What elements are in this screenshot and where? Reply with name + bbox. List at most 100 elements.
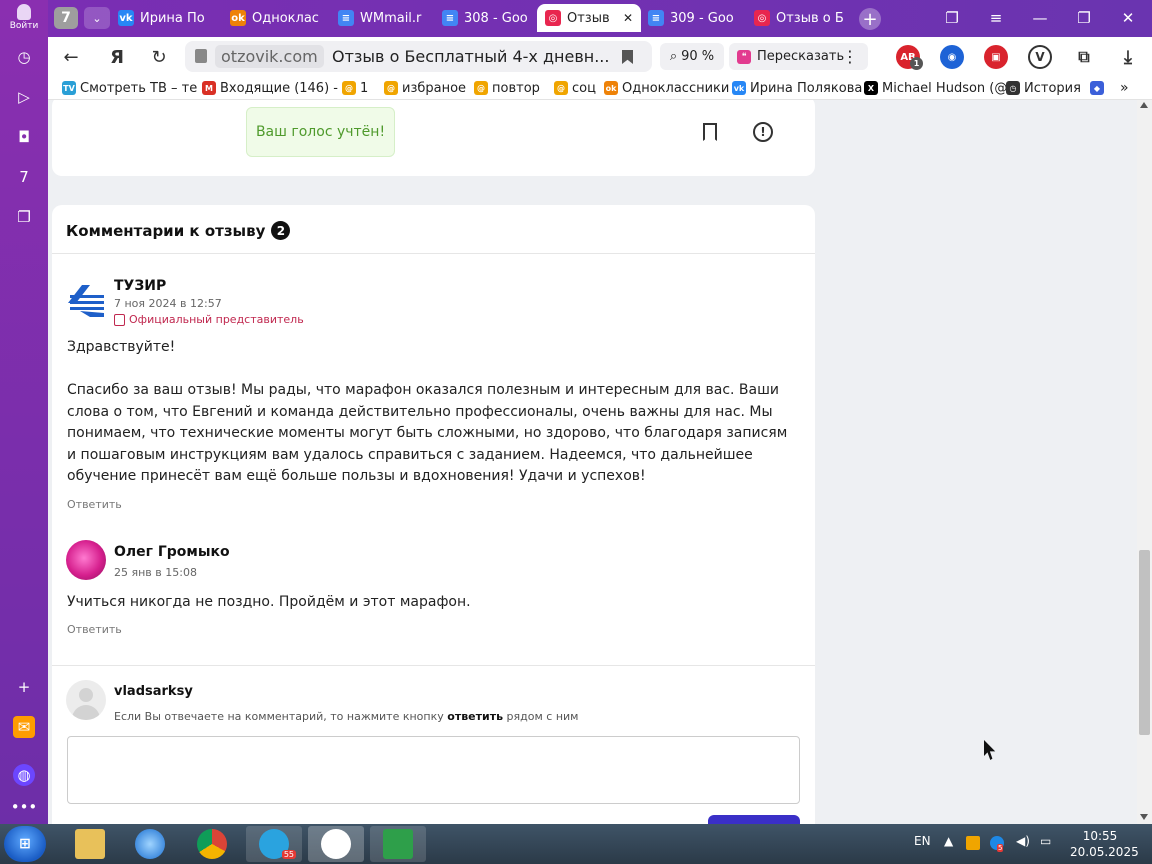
address-bar[interactable]: otzovik.com Отзыв о Бесплатный 4-х дневн…: [185, 41, 652, 72]
more-vertical-icon[interactable]: ⋮: [842, 47, 858, 66]
translate-extension-icon[interactable]: ◉: [940, 45, 964, 69]
trash-extension-icon[interactable]: ▣: [984, 45, 1008, 69]
tuzir-logo-avatar[interactable]: [66, 281, 106, 321]
tab-favicon-icon: ≡: [442, 10, 458, 26]
tab-6[interactable]: ≡ 309 - Goo: [648, 4, 746, 32]
tab-1[interactable]: vk Ирина По: [118, 4, 218, 32]
zoom-button[interactable]: ⌕ 90 %: [660, 43, 724, 70]
comment-textarea[interactable]: [67, 736, 800, 804]
bookmark-page-icon[interactable]: [622, 50, 633, 64]
minimize-button[interactable]: —: [1028, 6, 1052, 30]
tray-expand-icon[interactable]: ▲: [944, 834, 953, 848]
tab-3[interactable]: ≡ WMmail.r: [338, 4, 438, 32]
bookmark-item[interactable]: @1: [342, 79, 368, 97]
lock-icon: [195, 49, 207, 63]
tab-7[interactable]: ◎ Отзыв о Б: [754, 4, 852, 32]
alice-icon[interactable]: ◍: [13, 764, 35, 786]
tab-count-button[interactable]: 7: [54, 7, 78, 29]
history-icon[interactable]: ◷: [13, 46, 35, 68]
collections-window-icon[interactable]: ❐: [940, 6, 964, 30]
bookmark-label: Смотреть ТВ – те: [80, 80, 198, 96]
page-content: Ваш голос учтён! ! Комментарии к отзыву …: [48, 100, 1137, 824]
bookmarks-overflow-icon[interactable]: »: [1120, 79, 1129, 97]
bookmark-item[interactable]: ok Одноклассники: [604, 79, 729, 97]
tab-2[interactable]: ok Одноклас: [230, 4, 330, 32]
reply-link[interactable]: Ответить: [67, 623, 122, 636]
network-icon[interactable]: ▭: [1040, 834, 1051, 848]
submit-comment-button[interactable]: [708, 815, 800, 824]
chrome-taskbar-button[interactable]: [184, 826, 240, 862]
address-title[interactable]: Отзыв о Бесплатный 4-х дневн...: [332, 47, 609, 66]
volume-icon[interactable]: ◀): [1016, 834, 1030, 848]
retell-button[interactable]: ❝ Пересказать ⋮: [729, 43, 868, 70]
bookmark-label: Входящие (146) -: [220, 80, 338, 96]
telegram-taskbar-button[interactable]: 55: [246, 826, 302, 862]
tab-5[interactable]: ◎ Отзыв ✕: [537, 4, 641, 32]
bookmark-favicon-icon: @: [342, 81, 356, 95]
page-scrollbar[interactable]: [1137, 100, 1152, 824]
tray-app-icon[interactable]: [966, 836, 980, 850]
bookmark-label: Одноклассники: [622, 80, 730, 96]
telegram-badge: 55: [281, 850, 296, 859]
bookmark-item[interactable]: @ повтор: [474, 79, 540, 97]
address-domain[interactable]: otzovik.com: [215, 45, 324, 68]
composer-hint: Если Вы отвечаете на комментарий, то наж…: [114, 710, 578, 723]
play-icon[interactable]: ▷: [13, 86, 35, 108]
retell-icon: ❝: [737, 49, 751, 64]
bookmark-item[interactable]: X Michael Hudson (@: [864, 79, 1007, 97]
scroll-down-icon[interactable]: [1140, 814, 1148, 820]
puzzle-extension-icon[interactable]: ⧉: [1072, 45, 1096, 69]
login-button[interactable]: Войти: [6, 4, 42, 34]
zoom-level: 90 %: [681, 49, 715, 64]
comment-author[interactable]: ТУЗИР: [114, 278, 166, 294]
menu-icon[interactable]: ≡: [984, 6, 1008, 30]
tab-4[interactable]: ≡ 308 - Goo: [442, 4, 534, 32]
bookmark-item[interactable]: M Входящие (146) -: [202, 79, 338, 97]
scroll-up-icon[interactable]: [1140, 102, 1148, 108]
user-avatar[interactable]: [66, 540, 106, 580]
close-tab-icon[interactable]: ✕: [623, 11, 633, 25]
bookmark-item[interactable]: @ избраное: [384, 79, 466, 97]
restore-button[interactable]: ❐: [1072, 6, 1096, 30]
mail-icon[interactable]: ✉: [13, 716, 35, 738]
hint-text-end: рядом с ним: [506, 710, 579, 723]
bookmark-item[interactable]: @ соц: [554, 79, 596, 97]
divider: [52, 665, 815, 666]
bookmark-item[interactable]: vk Ирина Полякова: [732, 79, 862, 97]
new-tab-button[interactable]: +: [859, 8, 881, 30]
tab-list-chevron-icon[interactable]: ⌄: [84, 7, 110, 29]
system-clock[interactable]: 10:55 20.05.2025: [1070, 828, 1139, 860]
login-label: Войти: [9, 21, 39, 31]
bookmark-extra-icon[interactable]: ◆: [1090, 79, 1104, 97]
report-icon[interactable]: !: [753, 122, 773, 142]
add-icon[interactable]: +: [13, 676, 35, 698]
explorer-taskbar-button[interactable]: [62, 826, 118, 862]
yandex-logo-icon[interactable]: Я: [105, 45, 129, 69]
more-icon[interactable]: •••: [11, 796, 38, 818]
language-indicator[interactable]: EN: [914, 834, 931, 848]
close-window-button[interactable]: ✕: [1116, 6, 1140, 30]
review-actions-card: Ваш голос учтён! !: [52, 100, 815, 176]
app-taskbar-button[interactable]: [370, 826, 426, 862]
vote-confirmation: Ваш голос учтён!: [246, 107, 395, 157]
bookmark-item[interactable]: ◷ История: [1006, 79, 1081, 97]
back-button[interactable]: ←: [59, 45, 83, 69]
retell-label: Пересказать: [757, 49, 845, 64]
bookmark-item[interactable]: TV Смотреть ТВ – те: [62, 79, 197, 97]
start-button[interactable]: ⊞: [4, 826, 46, 862]
camera-icon[interactable]: ◘: [13, 126, 35, 148]
download-icon[interactable]: ⤓: [1116, 45, 1140, 69]
ie-taskbar-button[interactable]: [122, 826, 178, 862]
seven-icon[interactable]: 7: [13, 166, 35, 188]
collections-icon[interactable]: ❐: [13, 206, 35, 228]
reply-link[interactable]: Ответить: [67, 498, 122, 511]
bookmark-icon[interactable]: [703, 123, 717, 141]
bookmarks-bar: TV Смотреть ТВ – те M Входящие (146) - @1 @ из…: [48, 76, 1152, 100]
vue-extension-icon[interactable]: V: [1028, 45, 1052, 69]
comment-text: Учиться никогда не поздно. Пройдём и это…: [67, 594, 471, 610]
comment-author[interactable]: Олег Громыко: [114, 544, 230, 560]
tab-favicon-icon: ≡: [648, 10, 664, 26]
scroll-thumb[interactable]: [1139, 550, 1150, 735]
reload-button[interactable]: ↻: [147, 45, 171, 69]
yandex-browser-taskbar-button[interactable]: [308, 826, 364, 862]
